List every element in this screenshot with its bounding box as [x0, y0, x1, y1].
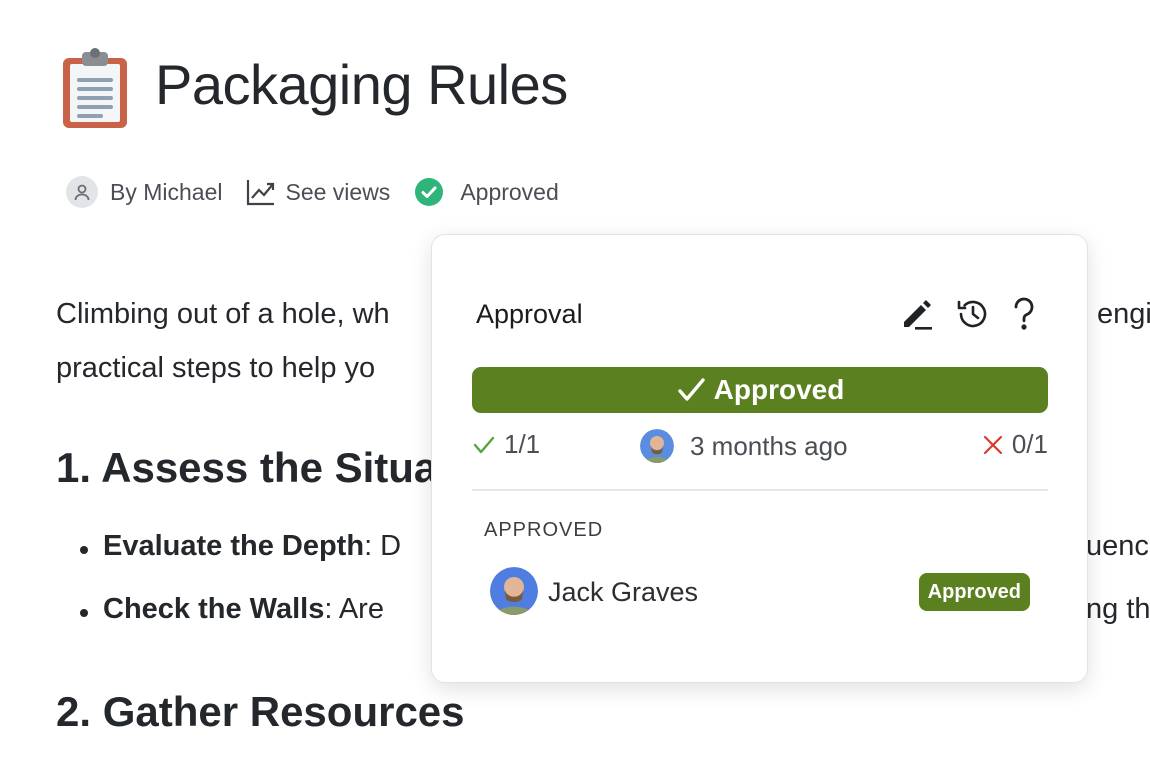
- approval-stats: 1/1 3 months ago 0/1: [472, 425, 1048, 465]
- paragraph-line: practical steps to help yo: [56, 352, 376, 384]
- rejected-count: 0/1: [982, 429, 1048, 460]
- approved-count-label: 1/1: [504, 429, 541, 459]
- avatar: [490, 567, 538, 615]
- divider: [472, 489, 1048, 491]
- approver-name: Jack Graves: [548, 577, 699, 607]
- user-icon: [66, 176, 98, 208]
- time-ago-label: 3 months ago: [690, 430, 848, 461]
- approval-popover: Approval Approved 1/1 3 months ago 0/1 A…: [431, 234, 1088, 683]
- paragraph-line: Climbing out of a hole, wh: [56, 298, 390, 330]
- approved-section-label: APPROVED: [484, 519, 604, 541]
- close-icon: [983, 435, 1002, 454]
- list-item-tail: uenc: [1086, 530, 1149, 562]
- chart-line-icon: [246, 178, 276, 206]
- paragraph-line-tail: engi: [1097, 298, 1150, 330]
- list-item-tail: ng th: [1086, 593, 1150, 625]
- approver-row[interactable]: Jack Graves Approved: [490, 567, 1030, 617]
- help-icon[interactable]: [1011, 297, 1037, 331]
- list-item-bold: Evaluate the Depth: [103, 530, 365, 562]
- approval-time: 3 months ago: [640, 429, 848, 463]
- see-views-link[interactable]: See views: [246, 178, 390, 206]
- clipboard-icon: [60, 46, 130, 130]
- approval-status-label: Approved: [460, 178, 559, 205]
- list-item-bold: Check the Walls: [103, 593, 325, 625]
- approval-status[interactable]: Approved: [414, 177, 559, 207]
- approved-status-button[interactable]: Approved: [472, 367, 1048, 413]
- see-views-label: See views: [285, 178, 391, 205]
- approved-badge: Approved: [918, 573, 1030, 611]
- list-item-text: : Are: [324, 593, 384, 625]
- list-item: Evaluate the Depth: D: [80, 530, 401, 563]
- page-meta: By Michael See views Approved: [66, 176, 583, 208]
- history-icon[interactable]: [955, 297, 991, 331]
- rejected-count-label: 0/1: [1011, 429, 1048, 459]
- section-heading: 2. Gather Resources: [56, 688, 465, 735]
- popover-toolbar: [879, 297, 1037, 331]
- list-item: Check the Walls: Are: [80, 593, 384, 626]
- avatar: [640, 429, 674, 463]
- list-item-text: : D: [364, 530, 402, 562]
- author-item[interactable]: By Michael: [66, 176, 222, 208]
- edit-icon[interactable]: [899, 297, 935, 331]
- check-circle-icon: [414, 177, 444, 207]
- page-title: Packaging Rules: [155, 53, 568, 116]
- approved-count: 1/1: [472, 429, 540, 460]
- popover-title: Approval: [476, 299, 583, 329]
- author-label: By Michael: [110, 178, 223, 205]
- check-icon: [473, 436, 495, 453]
- approved-status-label: Approved: [713, 374, 845, 405]
- section-heading: 1. Assess the Situa: [56, 444, 438, 491]
- checkmark-icon: [677, 378, 705, 401]
